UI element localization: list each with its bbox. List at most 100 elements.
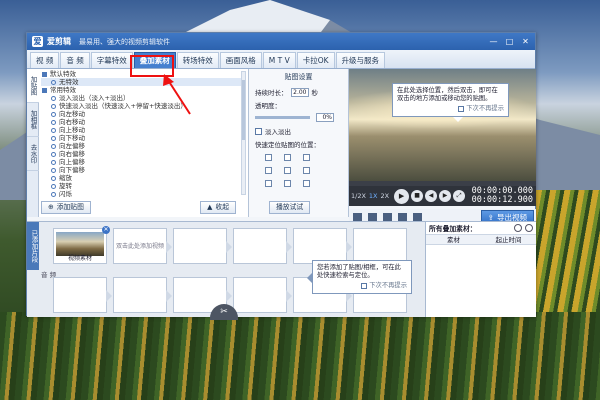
tab-karaoke[interactable]: 卡拉OK	[296, 52, 335, 68]
opacity-input[interactable]: 0%	[316, 113, 334, 122]
effects-scrollbar[interactable]	[241, 71, 246, 195]
main-tabs: 视 频 音 频 字幕特效 叠加素材 转场特效 画面风格 M T V 卡拉OK 升…	[27, 50, 535, 69]
preview-button[interactable]: 播放试试	[269, 201, 311, 214]
speed-option[interactable]: 1X	[369, 192, 378, 200]
timeline-dont-show-checkbox[interactable]	[361, 283, 368, 289]
tree-item[interactable]: 淡入淡出（淡入+淡出）	[41, 94, 246, 102]
drop-slot[interactable]: 双击此处添加视频	[113, 228, 172, 264]
sticker-settings: 贴图设置 持续时长： 2.00 秒 透明度： 0% 淡入淡出 快速定位贴图的位置…	[249, 69, 349, 217]
opacity-row: 0%	[255, 113, 342, 122]
effect-radio-icon	[51, 191, 56, 197]
tab-upgrade-service[interactable]: 升级与服务	[335, 52, 386, 68]
collapse-button[interactable]: ▲ 收起	[200, 200, 236, 214]
position-cell[interactable]	[284, 180, 291, 187]
speed-option[interactable]: 1/2X	[351, 192, 366, 200]
tree-item[interactable]: 向左偏移	[41, 142, 246, 150]
settings-circle-icon[interactable]	[514, 224, 522, 232]
speed-option[interactable]: 2X	[381, 192, 390, 200]
delete-icon[interactable]	[525, 224, 533, 232]
tree-label: 向上偏移	[59, 158, 85, 166]
duration-input[interactable]: 2.00	[290, 87, 309, 97]
minimize-icon[interactable]: —	[489, 37, 498, 46]
position-cell[interactable]	[303, 167, 310, 174]
effect-radio-icon	[51, 119, 56, 125]
tree-item[interactable]: 向下移动	[41, 134, 246, 142]
remove-clip-icon[interactable]: ✕	[102, 226, 110, 234]
tab-video[interactable]: 视 频	[30, 52, 60, 68]
tree-label: 向右偏移	[59, 150, 85, 158]
effect-radio-icon	[51, 127, 56, 133]
clip-label: 视频素材	[67, 255, 92, 262]
fade-checkbox[interactable]	[255, 127, 262, 135]
play-icon[interactable]: ▶	[394, 188, 410, 204]
added-clips-tab[interactable]: 已添加片段	[27, 222, 39, 270]
side-tab-remove-watermark[interactable]: 去水印	[27, 137, 39, 171]
audio-slot	[53, 277, 112, 313]
share-icon[interactable]	[413, 213, 422, 221]
tree-item[interactable]: 旋转	[41, 182, 246, 190]
next-frame-icon[interactable]: ▶	[439, 190, 452, 202]
overlay-list-actions	[514, 224, 533, 232]
overlay-list-panel: 所有叠加素材： 素材 起止时间	[425, 221, 536, 317]
timeline: 已添加片段 视频素材 ✕ 双击此处添加视频 音 频 您若添加了贴图/相框，可在此…	[27, 221, 425, 320]
position-grid	[265, 154, 342, 187]
maximize-icon[interactable]: □	[505, 37, 514, 46]
tree-item[interactable]: 向上偏移	[41, 158, 246, 166]
tab-audio[interactable]: 音 频	[60, 52, 90, 68]
tree-item[interactable]: 闪烁	[41, 190, 246, 198]
tree-label: 向左偏移	[59, 142, 85, 150]
tree-label: 旋转	[59, 182, 72, 190]
preview-tooltip-text: 在此处选择位置，然后双击，即可在双击的地方添加或移动您的贴图。	[397, 87, 498, 102]
folder-icon[interactable]	[368, 213, 377, 221]
tree-item[interactable]: 向左移动	[41, 110, 246, 118]
tree-item[interactable]: 向下偏移	[41, 166, 246, 174]
tree-item[interactable]: 向右移动	[41, 118, 246, 126]
close-icon[interactable]: ✕	[521, 37, 530, 46]
tab-highlight-box	[130, 55, 174, 77]
save-icon[interactable]	[353, 213, 362, 221]
tree-item[interactable]: 向上移动	[41, 126, 246, 134]
tab-transition-effects[interactable]: 转场特效	[176, 52, 219, 68]
tab-subtitle-effects[interactable]: 字幕特效	[90, 52, 133, 68]
video-clip[interactable]: 视频素材 ✕	[53, 226, 110, 264]
stop-icon[interactable]: ■	[411, 190, 424, 202]
video-preview[interactable]: 在此处选择位置，然后双击，即可在双击的地方添加或移动您的贴图。 下次不再提示	[349, 69, 536, 181]
tree-item[interactable]: 缩放	[41, 174, 246, 182]
add-sticker-button[interactable]: ⊕ 添加贴图	[41, 200, 91, 214]
position-cell[interactable]	[265, 167, 272, 174]
prev-frame-icon[interactable]: ◀	[425, 190, 438, 202]
col-material: 素材	[447, 236, 460, 244]
audio-slot	[113, 277, 172, 313]
collapse-label: 收起	[215, 202, 229, 211]
position-cell[interactable]	[284, 154, 291, 161]
timeline-tooltip-footer: 下次不再提示	[317, 282, 407, 290]
film-icon[interactable]	[383, 213, 392, 221]
audio-slot	[233, 277, 292, 313]
position-cell[interactable]	[265, 154, 272, 161]
overlay-list-header: 所有叠加素材：	[426, 222, 536, 234]
tree-item[interactable]: 无特效	[41, 78, 246, 86]
app-logo-icon: 爱	[32, 36, 43, 47]
position-cell[interactable]	[265, 180, 272, 187]
tree-group[interactable]: 常用特效	[41, 86, 246, 94]
opacity-slider[interactable]	[255, 116, 310, 119]
empty-slot	[353, 228, 407, 264]
tree-label: 快速淡入淡出（快速淡入+停留+快速淡出）	[59, 102, 187, 110]
drop-hint: 双击此处添加视频	[115, 243, 164, 250]
side-tab-add-frame[interactable]: 加相框	[27, 103, 39, 137]
fade-label: 淡入淡出	[265, 128, 291, 136]
effect-radio-icon	[51, 167, 56, 173]
side-tab-add-sticker[interactable]: 加贴图	[27, 69, 39, 103]
tab-picture-style[interactable]: 画面风格	[219, 52, 262, 68]
edit-icon[interactable]	[398, 213, 407, 221]
tab-mtv[interactable]: M T V	[262, 52, 296, 68]
position-cell[interactable]	[303, 154, 310, 161]
fullscreen-icon[interactable]: ⤢	[453, 190, 466, 202]
speed-options: 1/2X 1X 2X	[351, 192, 389, 200]
tree-item[interactable]: 快速淡入淡出（快速淡入+停留+快速淡出）	[41, 102, 246, 110]
position-cell[interactable]	[303, 180, 310, 187]
tree-item[interactable]: 向右偏移	[41, 150, 246, 158]
position-cell[interactable]	[284, 167, 291, 174]
timeline-tooltip-text: 您若添加了贴图/相框，可在此处快速检索与定位。	[317, 264, 401, 279]
dont-show-checkbox[interactable]	[458, 106, 465, 112]
